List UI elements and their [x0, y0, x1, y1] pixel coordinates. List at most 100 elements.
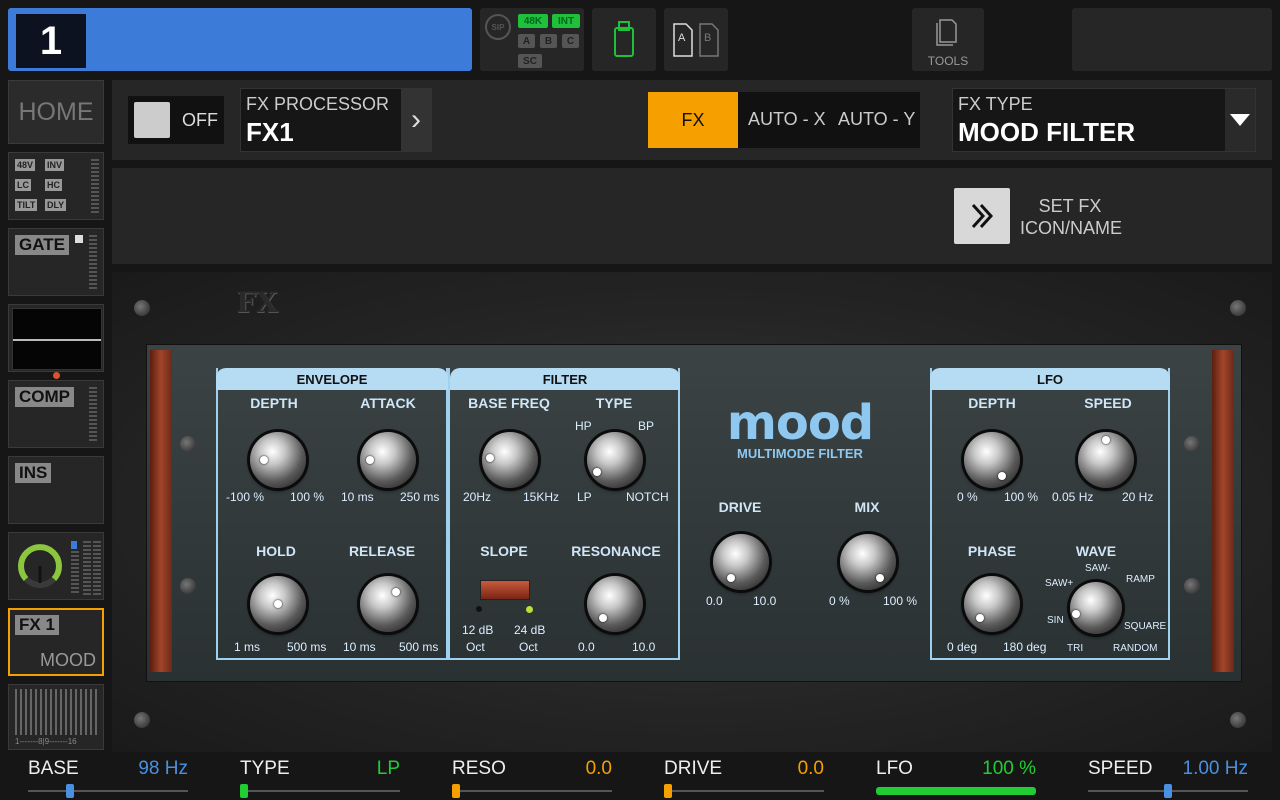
clock-badge: INT: [552, 14, 580, 28]
param-slider-thumb[interactable]: [1164, 784, 1172, 798]
env-depth-knob[interactable]: [250, 432, 306, 488]
param-name: RESO: [452, 758, 506, 779]
preamp-module[interactable]: 48V INV LC HC TILT DLY: [8, 152, 104, 220]
fader-module[interactable]: [8, 532, 104, 600]
phase-label: PHASE: [967, 543, 1017, 559]
env-attack-knob[interactable]: [360, 432, 416, 488]
ins-label: INS: [15, 463, 52, 483]
drive-max-label: 10.0: [753, 594, 777, 608]
env-release-max-label: 500 ms: [399, 640, 439, 654]
param-slider-thumb[interactable]: [664, 784, 672, 798]
fader-meter-right: [93, 541, 101, 595]
wave-saw-minus-label: SAW-: [1085, 563, 1111, 574]
wave-label: WAVE: [1075, 543, 1117, 559]
param-slider-thumb[interactable]: [876, 787, 1036, 795]
mix-knob[interactable]: [840, 534, 896, 590]
tools-button[interactable]: TOOLS: [912, 8, 984, 71]
chevron-right-icon[interactable]: ›: [401, 89, 431, 151]
fx-module[interactable]: FX 1 MOOD: [8, 608, 104, 676]
drive-knob[interactable]: [713, 534, 769, 590]
envelope-header: ENVELOPE: [216, 368, 448, 390]
channel-selector[interactable]: 1: [8, 8, 472, 71]
param-value: LP: [376, 758, 400, 779]
lfo-speed-max-label: 20 Hz: [1122, 490, 1154, 504]
type-knob[interactable]: [587, 432, 643, 488]
filter-header: FILTER: [450, 368, 680, 390]
channel-meters: [15, 689, 99, 735]
param-slider-thumb[interactable]: [452, 784, 460, 798]
knob-indicator: [1102, 436, 1110, 444]
double-chevron-right-icon: [971, 203, 994, 229]
48v-badge: 48V: [15, 159, 36, 171]
env-attack-min-label: 10 ms: [341, 490, 374, 504]
comp-module[interactable]: COMP: [8, 380, 104, 448]
fx-processor-title: FX PROCESSOR: [246, 94, 390, 114]
param-value: 1.00 Hz: [1182, 758, 1248, 779]
fx-on-off-toggle[interactable]: OFF: [128, 96, 224, 144]
rack-screw-icon: [1184, 578, 1200, 594]
knob-indicator: [599, 614, 607, 622]
rate-badge: 48K: [518, 14, 548, 28]
eq-curve: [13, 339, 101, 341]
io-status-button[interactable]: SIP 48K INT A B C SC: [480, 8, 584, 71]
tab-fx[interactable]: FX: [648, 92, 738, 148]
fx-type-value: MOOD FILTER: [958, 117, 1136, 147]
base-freq-knob[interactable]: [482, 432, 538, 488]
knob-indicator: [260, 456, 268, 464]
card-a-label: A: [678, 32, 686, 44]
tilt-badge: TILT: [15, 199, 38, 211]
param-slider-thumb[interactable]: [240, 784, 248, 798]
usb-button[interactable]: [592, 8, 656, 71]
wave-ramp-label: RAMP: [1126, 574, 1155, 585]
lc-badge: LC: [15, 179, 31, 191]
mood-logo: mood: [726, 395, 874, 451]
env-hold-knob[interactable]: [250, 576, 306, 632]
param-name: TYPE: [240, 758, 290, 779]
knob-indicator: [976, 614, 984, 622]
phase-knob[interactable]: [964, 576, 1020, 632]
fx-processor-value: FX1: [246, 117, 294, 147]
eq-module[interactable]: [8, 304, 104, 379]
phase-max-label: 180 deg: [1003, 640, 1047, 654]
sc-badge: SC: [518, 54, 542, 68]
fx-processor-selector[interactable]: FX PROCESSOR FX1 ›: [240, 88, 432, 152]
slope-switch[interactable]: [480, 580, 530, 600]
lfo-speed-knob[interactable]: [1078, 432, 1134, 488]
mood-subtitle: MULTIMODE FILTER: [737, 446, 863, 461]
wave-knob[interactable]: [1070, 582, 1122, 634]
slope-24db-label: 24 dB: [514, 623, 546, 637]
fx-type-dropdown[interactable]: FX TYPE MOOD FILTER: [952, 88, 1256, 152]
fader-meter-left: [71, 551, 79, 595]
env-attack-max-label: 250 ms: [400, 490, 440, 504]
lfo-depth-knob[interactable]: [964, 432, 1020, 488]
param-slider-thumb[interactable]: [66, 784, 74, 798]
rack-screw-icon: [180, 578, 196, 594]
env-release-knob[interactable]: [360, 576, 416, 632]
insert-module[interactable]: INS: [8, 456, 104, 524]
type-lp-label: LP: [577, 490, 592, 504]
tab-auto-y[interactable]: AUTO - Y: [838, 109, 915, 130]
fx-label: FX 1: [15, 615, 59, 635]
type-label: TYPE: [595, 395, 633, 411]
home-button[interactable]: HOME: [8, 80, 104, 144]
knob-indicator: [998, 472, 1006, 480]
set-fx-label: SET FX ICON/NAME: [1020, 195, 1122, 239]
wave-sin-label: SIN: [1047, 615, 1064, 626]
set-fx-icon-button[interactable]: [954, 188, 1010, 244]
lfo-depth-max-label: 100 %: [1004, 490, 1039, 504]
card-ab-button[interactable]: A B: [664, 8, 728, 71]
knob-indicator: [274, 600, 282, 608]
tab-auto-x[interactable]: AUTO - X: [748, 109, 826, 130]
resonance-label: RESONANCE: [571, 543, 661, 559]
env-release-label: RELEASE: [348, 543, 416, 559]
meters-module[interactable]: 1-------8|9-------16: [8, 684, 104, 750]
bus-c-badge: C: [562, 34, 579, 48]
knob-indicator: [593, 468, 601, 476]
drive-min-label: 0.0: [706, 594, 723, 608]
preamp-meter: [91, 159, 99, 215]
env-hold-label: HOLD: [256, 543, 296, 559]
screw-icon: [1230, 712, 1246, 728]
gate-module[interactable]: GATE: [8, 228, 104, 296]
resonance-knob[interactable]: [587, 576, 643, 632]
inv-badge: INV: [45, 159, 65, 171]
